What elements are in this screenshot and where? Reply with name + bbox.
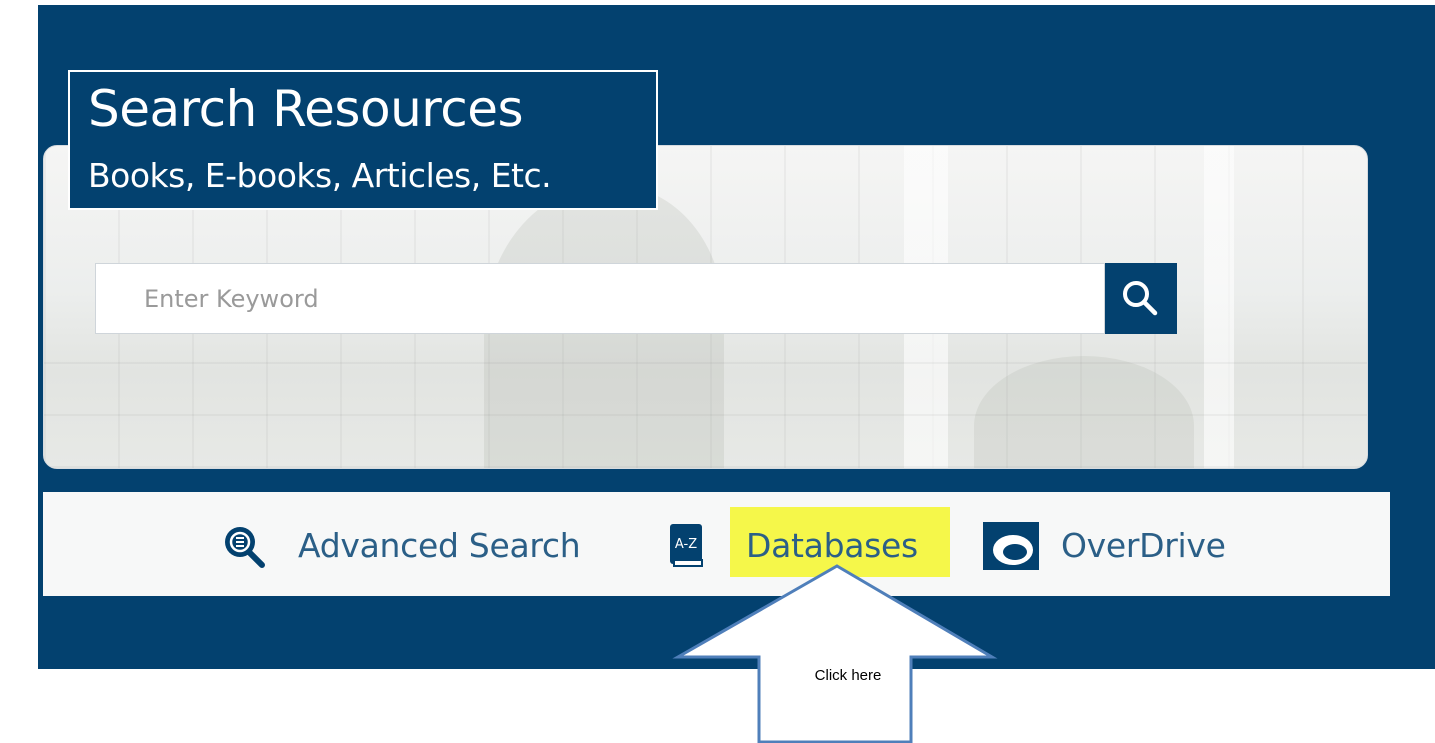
click-here-arrow-callout [672,564,998,743]
callout-text: Click here [814,667,882,684]
